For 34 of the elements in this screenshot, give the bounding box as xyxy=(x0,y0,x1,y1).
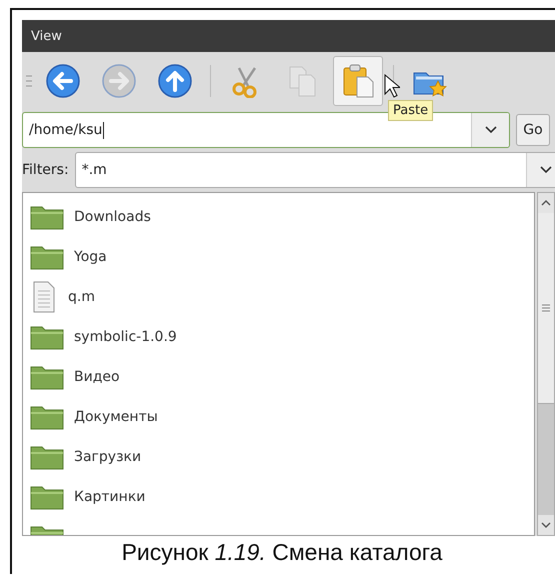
toolbar-grip-icon xyxy=(26,74,32,88)
figure-caption: Рисунок 1.19. Смена каталога xyxy=(120,539,444,566)
folder-icon xyxy=(30,484,64,510)
path-dropdown-button[interactable] xyxy=(471,113,509,147)
tooltip: Paste xyxy=(388,100,434,121)
scroll-grip-icon xyxy=(542,304,550,312)
paste-button[interactable] xyxy=(333,56,383,106)
file-item[interactable]: Загрузки xyxy=(23,437,534,477)
path-text: /home/ksu xyxy=(29,122,102,138)
file-item[interactable]: q.m xyxy=(23,277,534,317)
file-item[interactable]: symbolic-1.0.9 xyxy=(23,317,534,357)
window-title: View xyxy=(22,20,555,52)
scrollbar[interactable] xyxy=(537,192,555,536)
filters-label: Filters: xyxy=(22,162,69,178)
file-item[interactable]: Yoga xyxy=(23,237,534,277)
scroll-down-icon xyxy=(541,522,551,528)
file-item[interactable]: Картинки xyxy=(23,477,534,517)
folder-icon xyxy=(30,444,64,470)
folder-icon xyxy=(30,364,64,390)
file-item[interactable]: Downloads xyxy=(23,197,534,237)
chevron-down-icon xyxy=(540,166,552,174)
scroll-up-icon xyxy=(541,200,551,206)
filter-dropdown-button[interactable] xyxy=(526,153,555,187)
chevron-down-icon xyxy=(484,126,496,134)
file-item[interactable]: Документы xyxy=(23,397,534,437)
folder-icon xyxy=(30,204,64,230)
folder-icon xyxy=(30,404,64,430)
filter-field[interactable]: *.m xyxy=(74,152,555,188)
folder-icon xyxy=(30,324,64,350)
file-item[interactable]: Видео xyxy=(23,357,534,397)
mouse-pointer-icon xyxy=(384,74,400,98)
filter-text: *.m xyxy=(82,162,107,178)
folder-icon xyxy=(30,244,64,270)
go-button[interactable]: Go xyxy=(516,114,550,146)
